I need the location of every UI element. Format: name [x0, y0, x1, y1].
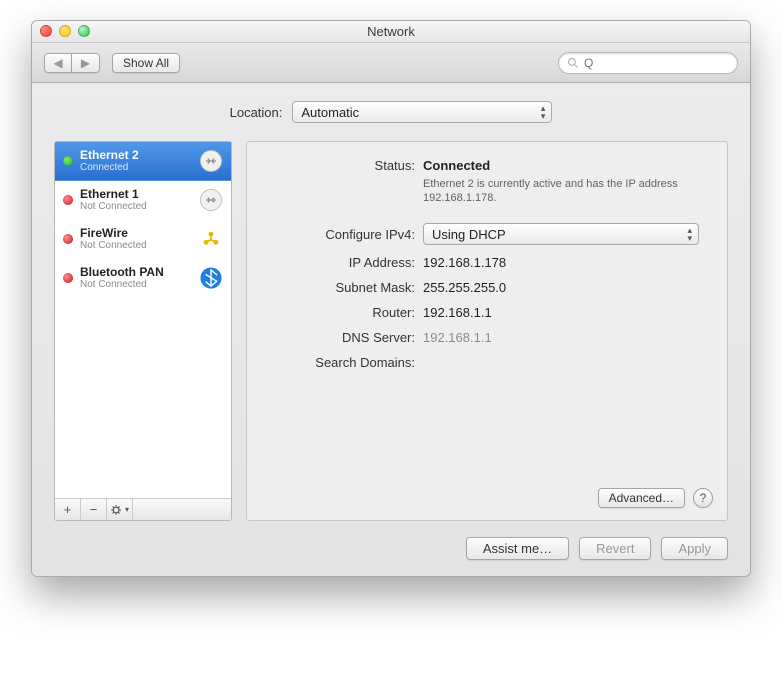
service-actions-button[interactable]: ▾ [107, 499, 133, 520]
service-name: Ethernet 2 [80, 149, 190, 162]
ethernet-icon [197, 186, 225, 214]
status-note: Ethernet 2 is currently active and has t… [423, 177, 683, 205]
service-firewire[interactable]: FireWireNot Connected [55, 220, 231, 259]
titlebar: Network [32, 21, 750, 43]
back-button[interactable]: ◀ [44, 53, 72, 73]
sidebar-footer: + − ▾ [55, 498, 231, 520]
search-field[interactable] [558, 52, 738, 74]
assist-me-button[interactable]: Assist me… [466, 537, 569, 560]
add-service-button[interactable]: + [55, 499, 81, 520]
zoom-icon[interactable] [78, 25, 90, 37]
revert-button[interactable]: Revert [579, 537, 651, 560]
subnet-mask-value: 255.255.255.0 [423, 280, 711, 295]
location-value: Automatic [301, 105, 359, 120]
search-domains-value [423, 355, 711, 370]
chevron-updown-icon: ▴▾ [541, 104, 546, 120]
location-select[interactable]: Automatic ▴▾ [292, 101, 552, 123]
help-button[interactable]: ? [693, 488, 713, 508]
service-bluetooth-pan[interactable]: Bluetooth PANNot Connected [55, 259, 231, 298]
service-status: Not Connected [80, 279, 190, 291]
status-dot-icon [63, 273, 73, 283]
chevron-updown-icon: ▴▾ [687, 226, 692, 242]
subnet-mask-label: Subnet Mask: [255, 280, 423, 295]
preferences-window: Network ◀ ▶ Show All Location: Automatic… [31, 20, 751, 577]
status-dot-icon [63, 234, 73, 244]
gear-icon [110, 503, 124, 517]
close-icon[interactable] [40, 25, 52, 37]
service-ethernet-1[interactable]: Ethernet 1Not Connected [55, 181, 231, 220]
firewire-icon [197, 225, 225, 253]
advanced-button[interactable]: Advanced… [598, 488, 685, 508]
search-domains-label: Search Domains: [255, 355, 423, 370]
action-row: Assist me… Revert Apply [32, 537, 750, 576]
ip-address-label: IP Address: [255, 255, 423, 270]
configure-value: Using DHCP [432, 227, 506, 242]
search-icon [567, 57, 579, 69]
remove-service-button[interactable]: − [81, 499, 107, 520]
configure-ipv4-select[interactable]: Using DHCP ▴▾ [423, 223, 699, 245]
services-sidebar: Ethernet 2ConnectedEthernet 1Not Connect… [54, 141, 232, 521]
service-name: Ethernet 1 [80, 188, 190, 201]
service-status: Connected [80, 162, 190, 174]
forward-button[interactable]: ▶ [72, 53, 100, 73]
service-status: Not Connected [80, 201, 190, 213]
status-label: Status: [255, 158, 423, 173]
router-value: 192.168.1.1 [423, 305, 711, 320]
service-ethernet-2[interactable]: Ethernet 2Connected [55, 142, 231, 181]
services-list: Ethernet 2ConnectedEthernet 1Not Connect… [55, 142, 231, 498]
dns-label: DNS Server: [255, 330, 423, 345]
status-dot-icon [63, 195, 73, 205]
window-controls [40, 25, 90, 37]
location-row: Location: Automatic ▴▾ [54, 101, 728, 123]
ethernet-icon [197, 147, 225, 175]
status-value: Connected [423, 158, 711, 173]
apply-button[interactable]: Apply [661, 537, 728, 560]
configure-label: Configure IPv4: [255, 227, 423, 242]
detail-panel: Status: Connected Ethernet 2 is currentl… [246, 141, 728, 521]
ip-address-value: 192.168.1.178 [423, 255, 711, 270]
dns-value: 192.168.1.1 [423, 330, 711, 345]
window-title: Network [367, 24, 415, 39]
status-dot-icon [63, 156, 73, 166]
nav-buttons: ◀ ▶ [44, 53, 100, 73]
service-name: Bluetooth PAN [80, 266, 190, 279]
router-label: Router: [255, 305, 423, 320]
bluetooth-icon [197, 264, 225, 292]
toolbar: ◀ ▶ Show All [32, 43, 750, 83]
location-label: Location: [230, 105, 283, 120]
show-all-button[interactable]: Show All [112, 53, 180, 73]
minimize-icon[interactable] [59, 25, 71, 37]
service-name: FireWire [80, 227, 190, 240]
search-input[interactable] [582, 55, 729, 71]
service-status: Not Connected [80, 240, 190, 252]
